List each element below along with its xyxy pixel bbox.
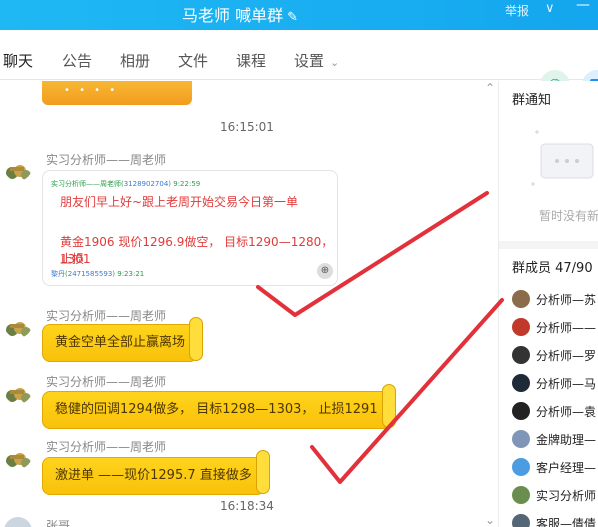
tab-album[interactable]: 相册	[120, 50, 150, 71]
notice-empty-text: 暂时没有新	[539, 209, 598, 223]
member-item[interactable]: 分析师—袁	[512, 401, 598, 421]
message-text: 黄金空单全部止赢离场	[55, 335, 186, 350]
member-name: 分析师—马	[536, 377, 597, 391]
message-bubble[interactable]: 稳健的回调1294做多， 目标1298—1303， 止损1291	[42, 384, 396, 429]
tab-settings-label: 设置	[294, 52, 325, 70]
pencil-icon[interactable]: ✎	[287, 10, 298, 25]
member-item[interactable]: 金牌助理—	[512, 429, 598, 449]
avatar[interactable]	[4, 376, 32, 404]
member-item[interactable]: 客户经理—	[512, 457, 598, 477]
chat-area[interactable]: • • • • ⌃ 16:15:01 实习分析师——周老师 实习分析师——周老师…	[0, 81, 498, 527]
chevron-down-icon[interactable]: ∨	[545, 1, 555, 16]
avatar[interactable]	[4, 441, 32, 469]
members-title: 群成员 47/90	[512, 261, 593, 276]
avatar	[512, 430, 530, 448]
zoom-icon[interactable]: ⊕	[317, 263, 333, 279]
message-bubble[interactable]: 激进单 ——现价1295.7 直接做多	[42, 450, 270, 495]
card-line-1: 朋友们早上好~跟上老周开始交易今日第一单	[60, 195, 299, 209]
minimize-icon[interactable]: —	[576, 0, 590, 13]
member-name: 分析师—袁	[536, 405, 597, 419]
group-side-panel: 群通知 暂时没有新 群成员 47/90 分析师—苏 分析师—— 分析师—罗 分析…	[498, 81, 598, 527]
avatar	[512, 290, 530, 308]
avatar[interactable]	[4, 517, 32, 527]
member-name: 分析师—苏	[536, 293, 597, 307]
card-line-3: 1301	[60, 252, 91, 266]
screenshot-message[interactable]: 实习分析师——周老师(3128902704) 9:22:59 朋友们早上好~跟上…	[42, 170, 338, 286]
member-item[interactable]: 客服—倩倩	[512, 513, 598, 527]
avatar	[512, 486, 530, 504]
message-timestamp: 16:18:34	[220, 499, 274, 513]
member-name: 金牌助理—	[536, 433, 597, 447]
tab-bar: 聊天 公告 相册 文件 课程 设置⌄ ✆	[0, 30, 598, 107]
card-meta-2: 黎丹(2471585593) 9:23:21	[51, 270, 145, 278]
member-item[interactable]: 分析师—罗	[512, 345, 598, 365]
group-title: 马老师 喊单群 ✎	[0, 2, 480, 26]
tab-announcement[interactable]: 公告	[62, 50, 92, 71]
avatar	[512, 514, 530, 527]
avatar[interactable]	[4, 153, 32, 181]
tab-courses[interactable]: 课程	[236, 50, 266, 71]
member-name: 实习分析师	[536, 489, 597, 503]
empty-notice-icon	[531, 130, 594, 186]
bubble-decoration	[255, 450, 270, 494]
message-text: 稳健的回调1294做多， 目标1298—1303， 止损1291	[55, 402, 378, 417]
sender-name: 实习分析师——周老师	[46, 153, 167, 167]
sender-name: 实习分析师——周老师	[46, 309, 167, 323]
sender-name: 张哥	[46, 519, 71, 527]
card-meta-1-id: 3128902704	[123, 180, 169, 188]
tab-files[interactable]: 文件	[178, 50, 208, 71]
card-meta-2-time: 9:23:21	[117, 270, 145, 278]
panel-divider	[499, 241, 598, 249]
group-title-text: 马老师 喊单群	[182, 6, 284, 25]
sender-name: 实习分析师——周老师	[46, 440, 167, 454]
avatar	[512, 374, 530, 392]
avatar	[512, 402, 530, 420]
member-item[interactable]: 分析师——	[512, 317, 598, 337]
member-name: 分析师—罗	[536, 349, 597, 363]
card-meta-1-name: 实习分析师——周老师	[51, 180, 121, 188]
chevron-down-icon: ⌄	[330, 56, 340, 69]
avatar	[512, 318, 530, 336]
card-meta-1-time: 9:22:59	[173, 180, 201, 188]
avatar	[512, 458, 530, 476]
member-name: 分析师——	[536, 321, 597, 335]
tab-chat[interactable]: 聊天	[3, 50, 33, 71]
avatar[interactable]	[4, 310, 32, 338]
sender-name: 实习分析师——周老师	[46, 375, 167, 389]
title-bar: 马老师 喊单群 ✎ 举报 ∨ —	[0, 0, 598, 30]
tab-settings[interactable]: 设置 ⌄	[294, 50, 339, 71]
member-item[interactable]: 分析师—苏	[512, 289, 598, 309]
card-line-2: 黄金1906 现价1296.9做空， 目标1290—1280，止损	[60, 235, 334, 266]
report-link[interactable]: 举报	[505, 2, 529, 19]
message-text: 激进单 ——现价1295.7 直接做多	[55, 468, 252, 483]
member-item[interactable]: 实习分析师	[512, 485, 598, 505]
card-meta-1: 实习分析师——周老师(3128902704) 9:22:59	[51, 180, 201, 188]
scroll-up-icon[interactable]: ⌃	[485, 81, 495, 95]
card-meta-2-name: 黎丹	[51, 270, 65, 278]
notice-title: 群通知	[512, 93, 552, 108]
card-meta-2-id: 2471585593	[67, 270, 113, 278]
member-name: 客服—倩倩	[536, 517, 597, 527]
member-name: 客户经理—	[536, 461, 597, 475]
scroll-down-icon[interactable]: ⌄	[485, 513, 495, 527]
bubble-decoration	[381, 384, 396, 428]
sticker-image: • • • •	[42, 81, 192, 105]
bubble-decoration	[189, 317, 204, 361]
avatar	[512, 346, 530, 364]
message-bubble[interactable]: 黄金空单全部止赢离场	[42, 317, 204, 362]
message-timestamp: 16:15:01	[220, 120, 274, 134]
member-item[interactable]: 分析师—马	[512, 373, 598, 393]
